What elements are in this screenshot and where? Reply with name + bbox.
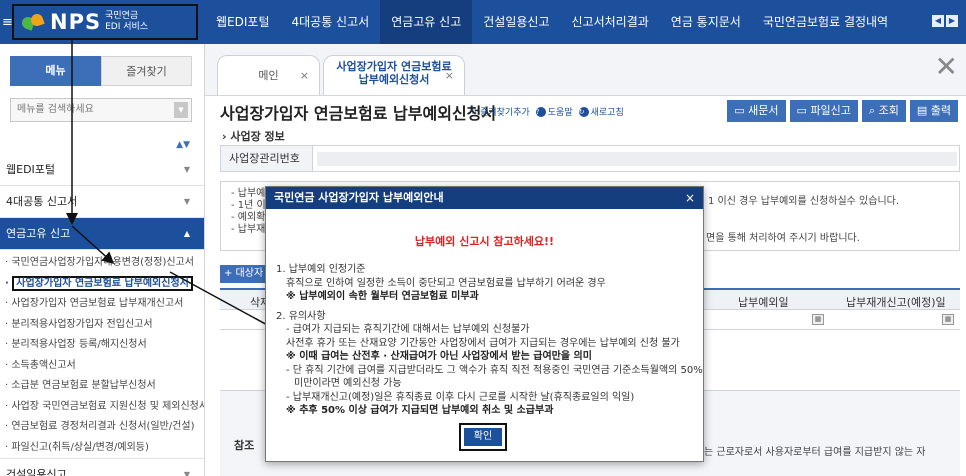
- section-title: › 사업장 정보: [222, 130, 285, 143]
- sidebar-item[interactable]: · 파일신고(취득/상실/변경/예외등): [0, 438, 204, 459]
- modal-line: ※ 납부예외이 속한 월부터 연금보험료 미부과: [286, 291, 479, 302]
- sidebar-tabs: 메뉴 즐겨찾기: [10, 56, 192, 86]
- chevron-down-icon: ▼: [183, 197, 190, 206]
- help-icon: ?: [535, 106, 546, 117]
- close-icon[interactable]: ×: [300, 56, 309, 96]
- star-icon: ☆: [470, 106, 479, 117]
- modal-title-bar: 국민연금 사업장가입자 납부예외안내 ×: [266, 187, 703, 209]
- nav-scroll-buttons: ◀ ▶: [932, 15, 958, 27]
- nav-common-report[interactable]: 4대공통 신고서: [280, 0, 380, 44]
- logo-brand: NPS: [50, 10, 102, 34]
- action-buttons: ▭ 새문서 ▭ 파일신고 ⌕ 조회 ▤ 출력: [727, 100, 958, 122]
- reference-label: 참조: [234, 439, 255, 452]
- nps-logo-mark: [20, 11, 46, 33]
- modal-warning: 납부예외 신고시 참고하세요!!: [414, 235, 555, 248]
- logo-subtitle: 국민연금 EDI 서비스: [105, 11, 149, 32]
- chevron-left-icon[interactable]: ◀: [932, 15, 944, 27]
- nav-premium-decision[interactable]: 국민연금보험료 결정내역: [752, 0, 899, 44]
- reference-text: 는 근로자로서 사용자로부터 급여를 지급받지 않는 자: [704, 447, 926, 458]
- sidebar-item[interactable]: · 사업장 국민연금보험료 지원신청 및 제외신청서: [0, 397, 204, 418]
- sidebar-item[interactable]: · 사업장가입자 연금보험료 납부재개신고서: [0, 294, 204, 315]
- sidebar-group-common[interactable]: 4대공통 신고서 ▼: [0, 186, 204, 218]
- page-links: ☆ 즐겨찾기추가 ? 도움말 ↻ 새로고침: [470, 105, 624, 118]
- modal-line: - 단 휴직 기간에 급여를 지급받더라도 그 액수가 휴직 직전 적용중인 국…: [286, 364, 703, 376]
- tab-favorites[interactable]: 즐겨찾기: [101, 56, 192, 86]
- close-window-icon[interactable]: ✕: [935, 52, 958, 82]
- tab-menu[interactable]: 메뉴: [10, 56, 101, 86]
- chevron-up-icon: ▲: [183, 229, 190, 238]
- nav-construction-report[interactable]: 건설일용신고: [472, 0, 560, 44]
- business-info-row: 사업장관리번호: [220, 145, 960, 172]
- nav-pension-report[interactable]: 연금고유 신고: [380, 0, 473, 44]
- refresh-link[interactable]: ↻ 새로고침: [578, 105, 624, 118]
- confirm-button-highlight: 확인: [459, 423, 507, 451]
- modal-body: 납부예외 신고시 참고하세요!! 1. 납부예외 인정기준 휴직으로 인하여 일…: [266, 233, 703, 418]
- business-no-value: [317, 152, 957, 166]
- modal-line: 1. 납부예외 인정기준: [276, 264, 366, 275]
- modal-line: - 급여가 지급되는 휴직기간에 대해서는 납부예외 신청불가: [286, 324, 530, 335]
- sidebar-item[interactable]: · 분리적용사업장가입자 전입신고서: [0, 315, 204, 336]
- modal-line: 2. 유의사항: [276, 310, 326, 322]
- close-icon[interactable]: ×: [685, 187, 695, 209]
- file-report-button[interactable]: ▭ 파일신고: [789, 100, 858, 122]
- search-icon: ⌕: [868, 104, 876, 117]
- dropdown-icon[interactable]: ▼: [174, 102, 188, 118]
- sidebar-group-webedi[interactable]: 웹EDI포털 ▼: [0, 154, 204, 186]
- add-subject-button[interactable]: + 대상자: [220, 265, 268, 283]
- calendar-icon[interactable]: ▦: [942, 314, 954, 325]
- search-button[interactable]: ⌕ 조회: [861, 100, 906, 122]
- confirm-button[interactable]: 확인: [464, 428, 502, 446]
- calendar-icon[interactable]: ▦: [812, 314, 824, 325]
- business-no-label: 사업장관리번호: [221, 146, 313, 171]
- folder-icon: ▭: [734, 104, 745, 117]
- sidebar-menu-list: 웹EDI포털 ▼ 4대공통 신고서 ▼ 연금고유 신고 ▲ · 국민연금사업장가입자내…: [0, 154, 204, 476]
- exception-info-modal: 국민연금 사업장가입자 납부예외안내 × 납부예외 신고시 참고하세요!! 1.…: [265, 186, 704, 462]
- sidebar-item[interactable]: · 연금보험료 경정처리결과 신청서(일반/건설): [0, 417, 204, 438]
- sidebar-item[interactable]: · 국민연금사업장가입자내용변경(정정)신고서: [0, 253, 204, 274]
- new-document-button[interactable]: ▭ 새문서: [727, 100, 786, 122]
- sidebar-item[interactable]: · 소급분 연금보험료 분할납부신청서: [0, 376, 204, 397]
- folder-icon: ▭: [796, 104, 807, 117]
- tab-main[interactable]: 메인 ×: [217, 55, 320, 95]
- chevron-down-icon: ▼: [183, 165, 190, 174]
- nav-pension-notices[interactable]: 연금 통지문서: [660, 0, 752, 44]
- sidebar-group-pension[interactable]: 연금고유 신고 ▲: [0, 218, 204, 250]
- notice-text: 1 이신 경우 납부예외를 신청하실수 있습니다.: [708, 196, 900, 207]
- page-title: 사업장가입자 연금보험료 납부예외신청서: [220, 104, 497, 123]
- notice-text: 면을 통해 처리하여 주시기 바랍니다.: [706, 233, 860, 244]
- column-resume-date: 납부재개신고(예정)일: [846, 296, 946, 309]
- favorite-link[interactable]: ☆ 즐겨찾기추가: [470, 105, 530, 119]
- modal-line: 휴직으로 인하여 일정한 소득이 중단되고 연금보험료를 납부하기 어려운 경우: [286, 277, 606, 289]
- modal-line: ※ 이때 급여는 산전후 · 산재급여가 아닌 사업장에서 받는 급여만을 의미: [286, 351, 592, 362]
- modal-line: 사전후 휴가 또는 산재요양 기간동안 사업장에서 급여가 지급되는 경우에는 …: [286, 337, 680, 349]
- sidebar-item[interactable]: · 분리적용사업장 등록/해지신청서: [0, 335, 204, 356]
- print-button[interactable]: ▤ 출력: [909, 100, 958, 122]
- sidebar-item-exception-application[interactable]: · 사업장가입자 연금보험료 납부예외신청서: [0, 274, 204, 295]
- modal-line: 미만이라면 예외신청 가능: [294, 378, 402, 389]
- chevron-right-icon[interactable]: ▶: [946, 15, 958, 27]
- chevron-down-icon: ▼: [183, 470, 190, 476]
- menu-search-input[interactable]: 메뉴를 검색하세요 ▼: [10, 98, 192, 122]
- modal-line: ※ 추후 50% 이상 급여가 지급되면 납부예외 취소 및 소급부과: [286, 405, 554, 416]
- help-link[interactable]: ? 도움말: [535, 105, 573, 118]
- top-navigation-bar: ≡ NPS 국민연금 EDI 서비스 웹EDI포털 4대공통 신고서 연금고유 …: [0, 0, 966, 44]
- sidebar-item[interactable]: · 소득총액신고서: [0, 356, 204, 377]
- document-tabs: 메인 × 사업장가입자 연금보험료 납부예외신청서 × ✕: [205, 44, 966, 96]
- sidebar-group-construction[interactable]: 건설일용신고 ▼: [0, 458, 204, 476]
- modal-line: - 납부재개신고(예정)일은 휴직종료 이후 다시 근로를 시작한 날(휴직종료…: [286, 391, 635, 403]
- main-nav: 웹EDI포털 4대공통 신고서 연금고유 신고 건설일용신고 신고서처리결과 연…: [205, 0, 899, 44]
- close-icon[interactable]: ×: [445, 69, 454, 82]
- column-exception-date: 납부예외일: [738, 296, 789, 309]
- tab-exception-application[interactable]: 사업장가입자 연금보험료 납부예외신청서 ×: [323, 55, 465, 95]
- collapse-all-icon[interactable]: ▲▼: [176, 140, 190, 150]
- printer-icon: ▤: [916, 104, 928, 117]
- page-header: 사업장가입자 연금보험료 납부예외신청서 ☆ 즐겨찾기추가 ? 도움말 ↻ 새로고침 …: [220, 100, 960, 124]
- menu-search-placeholder: 메뉴를 검색하세요: [17, 104, 94, 115]
- sidebar: 메뉴 즐겨찾기 메뉴를 검색하세요 ▼ ▲▼ 웹EDI포털 ▼ 4대공통 신고서 ▼…: [0, 44, 205, 476]
- nav-report-results[interactable]: 신고서처리결과: [561, 0, 660, 44]
- nps-logo[interactable]: NPS 국민연금 EDI 서비스: [12, 4, 198, 40]
- refresh-icon: ↻: [578, 106, 589, 117]
- nav-webedi-portal[interactable]: 웹EDI포털: [205, 0, 280, 44]
